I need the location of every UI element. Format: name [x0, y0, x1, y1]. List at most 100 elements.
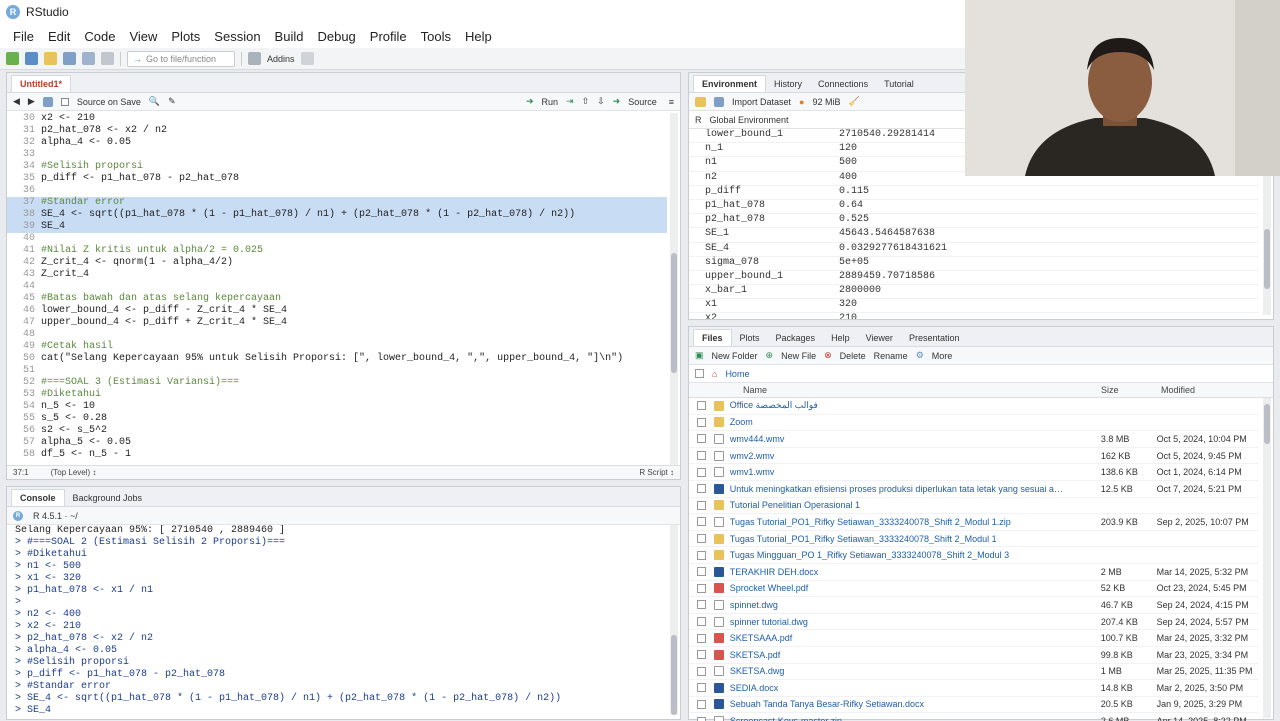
- menu-code[interactable]: Code: [77, 29, 122, 44]
- language-select[interactable]: R: [695, 115, 702, 125]
- code-line[interactable]: 33: [7, 149, 667, 161]
- code-line[interactable]: 42 Z_crit_4 <- qnorm(1 - alpha_4/2): [7, 257, 667, 269]
- new-file-button[interactable]: New File: [781, 351, 816, 361]
- save-icon[interactable]: [63, 52, 76, 65]
- menu-build[interactable]: Build: [268, 29, 311, 44]
- source-button[interactable]: Source: [628, 97, 657, 107]
- file-name-link[interactable]: SKETSAAA.pdf: [730, 633, 1065, 643]
- tab-packages[interactable]: Packages: [768, 330, 824, 346]
- env-scroll-thumb[interactable]: [1264, 229, 1270, 289]
- file-name-link[interactable]: Office فوالب المخصصة: [730, 400, 1065, 411]
- file-name-link[interactable]: SKETSA.pdf: [730, 650, 1065, 660]
- file-row[interactable]: Tugas Tutorial_PO1_Rifky Setiawan_333324…: [689, 531, 1259, 548]
- goto-file-input[interactable]: Go to file/function: [127, 50, 235, 67]
- file-row[interactable]: Tutorial Penelitian Operasional 1: [689, 498, 1259, 515]
- code-line[interactable]: 41 #Nilai Z kritis untuk alpha/2 = 0.025: [7, 245, 667, 257]
- file-name-link[interactable]: spinnet.dwg: [730, 600, 1065, 610]
- console-output[interactable]: Selang Kepercayaan 95%: [ 2710540 , 2889…: [7, 525, 667, 721]
- file-row[interactable]: SKETSAAA.pdf 100.7 KB Mar 24, 2025, 3:32 P…: [689, 630, 1259, 647]
- env-row[interactable]: x_bar_1 2800000: [689, 285, 1259, 300]
- env-row[interactable]: SE_4 0.0329277618431621: [689, 243, 1259, 257]
- file-checkbox[interactable]: [697, 500, 706, 510]
- tab-plots[interactable]: Plots: [732, 330, 768, 346]
- console-scrollbar[interactable]: [670, 525, 678, 715]
- outline-icon[interactable]: ≡: [669, 97, 674, 107]
- code-area[interactable]: 30 x2 <- 210 31 p2_hat_078 <- x2 / n2 32 alph…: [7, 113, 667, 465]
- file-name-link[interactable]: wmv444.wmv: [730, 434, 1065, 444]
- code-line[interactable]: 54 n_5 <- 10: [7, 401, 667, 413]
- menu-help[interactable]: Help: [458, 29, 499, 44]
- code-line[interactable]: 56 s2 <- s_5^2: [7, 425, 667, 437]
- col-name[interactable]: Name: [743, 385, 1101, 395]
- file-row[interactable]: SEDIA.docx 14.8 KB Mar 2, 2025, 3:50 PM: [689, 680, 1259, 697]
- code-line[interactable]: 48: [7, 329, 667, 341]
- code-line[interactable]: 45 #Batas bawah dan atas selang kepercaya…: [7, 293, 667, 305]
- file-name-link[interactable]: Tugas Mingguan_PO 1_Rifky Setiawan_33332…: [730, 550, 1065, 560]
- forward-arrow-icon[interactable]: ▶: [28, 96, 35, 107]
- file-checkbox[interactable]: [697, 434, 706, 444]
- menu-session[interactable]: Session: [207, 29, 267, 44]
- file-checkbox[interactable]: [697, 699, 706, 709]
- file-name-link[interactable]: Tutorial Penelitian Operasional 1: [730, 500, 1065, 510]
- code-line[interactable]: 57 alpha_5 <- 0.05: [7, 437, 667, 449]
- file-name-link[interactable]: Sprocket Wheel.pdf: [730, 583, 1065, 593]
- menu-edit[interactable]: Edit: [41, 29, 77, 44]
- menu-profile[interactable]: Profile: [363, 29, 414, 44]
- env-row[interactable]: p_diff 0.115: [689, 186, 1259, 200]
- console-scroll-thumb[interactable]: [671, 635, 677, 715]
- file-row[interactable]: wmv1.wmv 138.6 KB Oct 1, 2024, 6:14 PM: [689, 464, 1259, 481]
- open-file-icon[interactable]: [44, 52, 57, 65]
- select-all-checkbox[interactable]: [695, 369, 704, 378]
- file-row[interactable]: TERAKHIR DEH.docx 2 MB Mar 14, 2025, 5:32 …: [689, 564, 1259, 581]
- memory-usage[interactable]: 92 MiB: [812, 97, 840, 107]
- tab-environment[interactable]: Environment: [693, 75, 767, 92]
- jump-up-icon[interactable]: ⇧: [582, 96, 590, 107]
- file-name-link[interactable]: Tugas Tutorial_PO1_Rifky Setiawan_333324…: [730, 517, 1065, 527]
- code-line[interactable]: 37 #Standar error: [7, 197, 667, 209]
- new-file-icon[interactable]: [6, 52, 19, 65]
- tab-connections[interactable]: Connections: [810, 76, 876, 92]
- search-icon[interactable]: 🔍: [149, 96, 160, 107]
- file-checkbox[interactable]: [697, 716, 706, 721]
- save-file-icon[interactable]: [42, 96, 53, 107]
- file-name-link[interactable]: Untuk meningkatkan efisiensi proses prod…: [730, 484, 1065, 494]
- tab-files[interactable]: Files: [693, 329, 732, 346]
- file-name-link[interactable]: spinner tutorial.dwg: [730, 617, 1065, 627]
- env-row[interactable]: p1_hat_078 0.64: [689, 200, 1259, 215]
- col-modified[interactable]: Modified: [1161, 385, 1271, 395]
- load-workspace-icon[interactable]: [695, 96, 706, 107]
- file-name-link[interactable]: Zoom: [730, 417, 1065, 427]
- file-row[interactable]: Office فوالب المخصصة: [689, 398, 1259, 415]
- code-line[interactable]: 44: [7, 281, 667, 293]
- file-row[interactable]: Tugas Mingguan_PO 1_Rifky Setiawan_33332…: [689, 547, 1259, 564]
- code-line[interactable]: 34 #Selisih proporsi: [7, 161, 667, 173]
- file-row[interactable]: Untuk meningkatkan efisiensi proses prod…: [689, 481, 1259, 498]
- source-on-save-checkbox[interactable]: [60, 97, 69, 106]
- scope-indicator[interactable]: (Top Level) ↕: [51, 468, 97, 477]
- editor-scrollbar[interactable]: [670, 113, 678, 465]
- file-name-link[interactable]: Tugas Tutorial_PO1_Rifky Setiawan_333324…: [730, 534, 1065, 544]
- file-name-link[interactable]: Sebuah Tanda Tanya Besar-Rifky Setiawan.…: [730, 699, 1065, 709]
- tab-console[interactable]: Console: [11, 489, 65, 506]
- env-row[interactable]: upper_bound_1 2889459.70718586: [689, 271, 1259, 286]
- import-dataset-button[interactable]: Import Dataset: [732, 97, 791, 107]
- tab-help[interactable]: Help: [823, 330, 858, 346]
- rerun-icon[interactable]: ⇥: [566, 96, 574, 107]
- code-line[interactable]: 52 #===SOAL 3 (Estimasi Variansi)===: [7, 377, 667, 389]
- file-checkbox[interactable]: [697, 633, 706, 643]
- files-scrollbar[interactable]: [1263, 398, 1271, 718]
- menu-file[interactable]: File: [6, 29, 41, 44]
- env-row[interactable]: x2 210: [689, 313, 1259, 319]
- file-checkbox[interactable]: [697, 583, 706, 593]
- code-line[interactable]: 58 df_5 <- n_5 - 1: [7, 449, 667, 461]
- jump-down-icon[interactable]: ⇩: [597, 96, 605, 107]
- new-folder-button[interactable]: New Folder: [712, 351, 758, 361]
- file-row[interactable]: Zoom: [689, 415, 1259, 432]
- file-row[interactable]: Sebuah Tanda Tanya Besar-Rifky Setiawan.…: [689, 697, 1259, 714]
- file-checkbox[interactable]: [697, 683, 706, 693]
- file-name-link[interactable]: TERAKHIR DEH.docx: [730, 567, 1065, 577]
- more-button[interactable]: More: [932, 351, 953, 361]
- code-line[interactable]: 49 #Cetak hasil: [7, 341, 667, 353]
- back-arrow-icon[interactable]: ◀: [13, 96, 20, 107]
- scope-select[interactable]: Global Environment: [710, 115, 789, 125]
